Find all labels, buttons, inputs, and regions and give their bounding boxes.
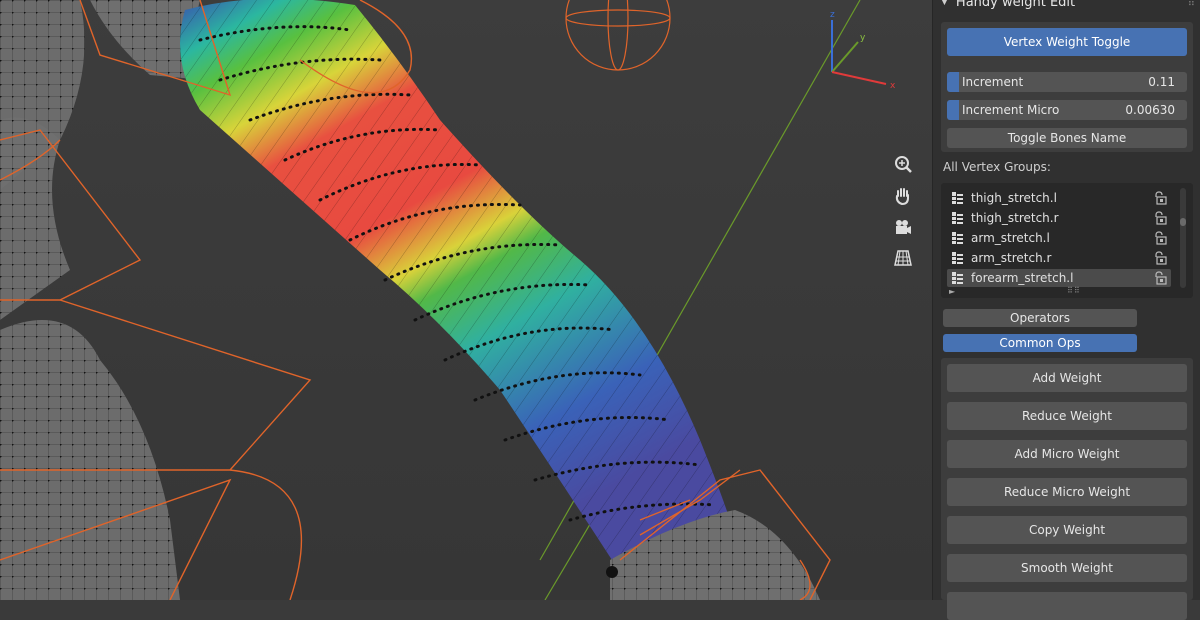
lock-icon[interactable] xyxy=(1153,251,1167,265)
copy-weight-button[interactable]: Copy Weight xyxy=(947,516,1187,544)
vertex-group-item[interactable]: thigh_stretch.r xyxy=(947,209,1171,227)
vertex-group-name: arm_stretch.l xyxy=(971,231,1050,245)
axis-gizmo[interactable]: z y x xyxy=(820,8,910,98)
increment-micro-fill xyxy=(947,100,959,120)
expand-list-icon[interactable]: ► xyxy=(949,287,955,296)
smooth-weight-button[interactable]: Smooth Weight xyxy=(947,554,1187,582)
vertex-group-item[interactable]: arm_stretch.r xyxy=(947,249,1171,267)
tab-common-ops[interactable]: Common Ops xyxy=(943,334,1137,352)
weight-settings-box: Vertex Weight Toggle Increment 0.11 Incr… xyxy=(941,22,1193,152)
increment-fill xyxy=(947,72,959,92)
vertex-group-icon xyxy=(952,192,963,204)
3d-viewport[interactable]: z y x xyxy=(0,0,932,600)
vertex-group-icon xyxy=(952,212,963,224)
vertex-group-name: thigh_stretch.r xyxy=(971,211,1059,225)
vertex-group-item[interactable]: arm_stretch.l xyxy=(947,229,1171,247)
grid-view-icon[interactable] xyxy=(890,245,916,271)
vertex-group-icon xyxy=(952,232,963,244)
common-ops-box: Add Weight Reduce Weight Add Micro Weigh… xyxy=(941,358,1193,620)
increment-label: Increment xyxy=(962,75,1024,89)
vertex-group-name: thigh_stretch.l xyxy=(971,191,1057,205)
vertex-weight-toggle-button[interactable]: Vertex Weight Toggle xyxy=(947,28,1187,56)
vertex-groups-list[interactable]: thigh_stretch.l thigh_stretch.r arm_stretc… xyxy=(941,183,1193,298)
drag-handle-icon[interactable]: ⠿ xyxy=(1188,0,1195,9)
increment-value: 0.11 xyxy=(1148,75,1175,89)
increment-micro-slider[interactable]: Increment Micro 0.00630 xyxy=(947,100,1187,120)
vertex-group-icon xyxy=(952,272,963,284)
z-label: z xyxy=(830,10,835,20)
panel-title: Handy weight Edit xyxy=(955,0,1076,10)
vertex-group-name: forearm_stretch.l xyxy=(971,271,1074,285)
viewport-tools xyxy=(890,152,918,276)
left-leg-mesh xyxy=(0,320,180,600)
collapse-arrow-icon[interactable]: ▼ xyxy=(941,0,948,7)
y-label: y xyxy=(860,33,866,43)
increment-micro-label: Increment Micro xyxy=(962,103,1060,117)
add-weight-button[interactable]: Add Weight xyxy=(947,364,1187,392)
hand-pan-icon[interactable] xyxy=(890,183,916,209)
list-resize-handle-icon[interactable]: ⠿⠿ xyxy=(1067,286,1081,295)
panel-header[interactable]: ▼ Handy weight Edit xyxy=(941,0,1075,11)
x-axis xyxy=(831,71,887,85)
lock-icon[interactable] xyxy=(1153,211,1167,225)
tab-operators[interactable]: Operators xyxy=(943,309,1137,327)
add-micro-weight-button[interactable]: Add Micro Weight xyxy=(947,440,1187,468)
reduce-weight-button[interactable]: Reduce Weight xyxy=(947,402,1187,430)
x-label: x xyxy=(890,81,896,91)
list-scrollbar[interactable] xyxy=(1180,188,1186,288)
reduce-micro-weight-button[interactable]: Reduce Micro Weight xyxy=(947,478,1187,506)
vertex-groups-label: All Vertex Groups: xyxy=(943,160,1051,174)
increment-micro-value: 0.00630 xyxy=(1125,103,1175,117)
toggle-bones-name-button[interactable]: Toggle Bones Name xyxy=(947,128,1187,148)
origin-dot xyxy=(606,566,618,578)
zoom-icon[interactable] xyxy=(890,152,916,178)
empty-sphere xyxy=(565,0,671,71)
camera-icon[interactable] xyxy=(890,214,916,240)
more-ops-button[interactable] xyxy=(947,592,1187,620)
viewport-scene[interactable] xyxy=(0,0,932,600)
lock-icon[interactable] xyxy=(1153,271,1167,285)
lock-icon[interactable] xyxy=(1153,231,1167,245)
increment-slider[interactable]: Increment 0.11 xyxy=(947,72,1187,92)
y-axis xyxy=(831,41,859,73)
scroll-thumb[interactable] xyxy=(1180,218,1186,226)
vertex-group-icon xyxy=(952,252,963,264)
vertex-group-item[interactable]: thigh_stretch.l xyxy=(947,189,1171,207)
vertex-group-item[interactable]: forearm_stretch.l xyxy=(947,269,1171,287)
vertex-group-name: arm_stretch.r xyxy=(971,251,1052,265)
lock-icon[interactable] xyxy=(1153,191,1167,205)
sidebar-panel: ▼ Handy weight Edit ⠿ Vertex Weight Togg… xyxy=(932,0,1200,620)
